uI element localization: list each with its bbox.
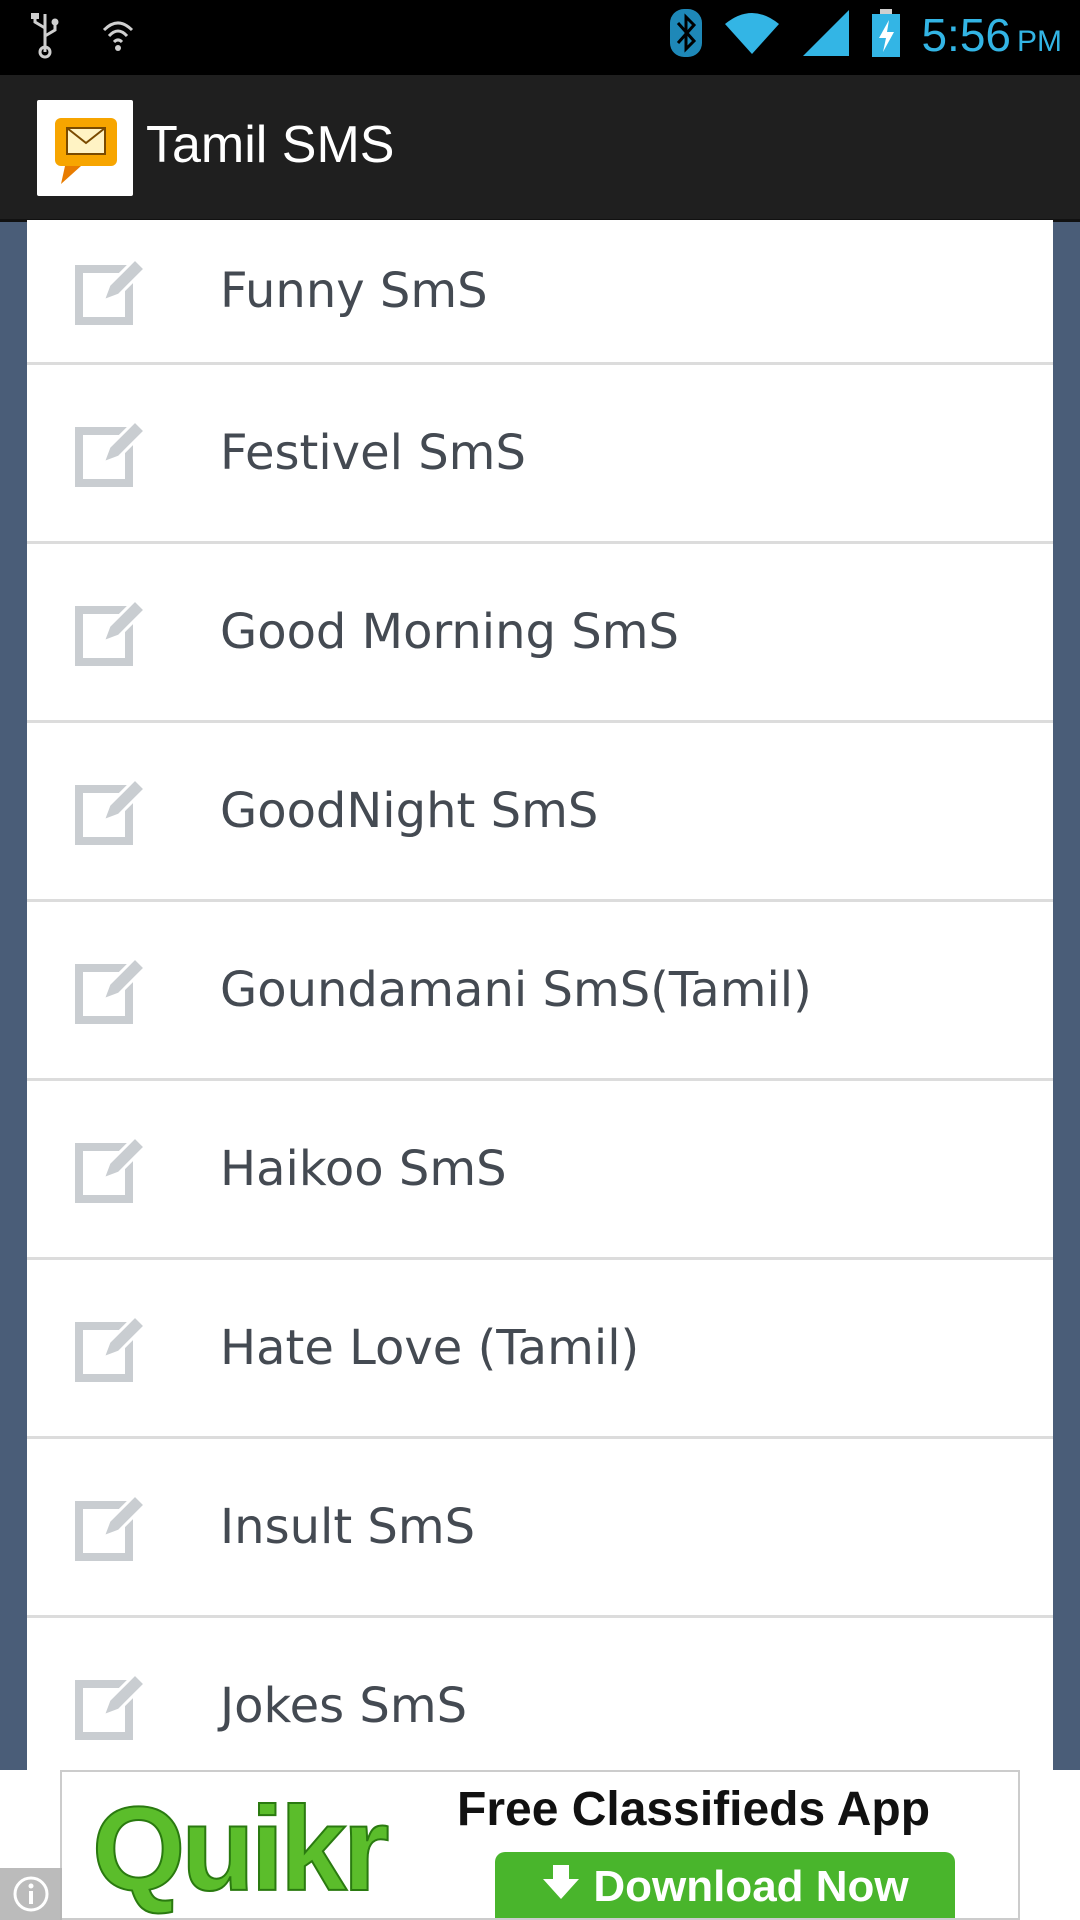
list-item[interactable]: Haikoo SmS <box>27 1081 1053 1260</box>
list-item-label: Good Morning SmS <box>220 604 679 660</box>
list-item-label: GoodNight SmS <box>220 783 599 839</box>
ad-brand-logo: Quikr <box>91 1781 390 1917</box>
list-item[interactable]: GoodNight SmS <box>27 723 1053 902</box>
ad-cta-label: Download Now <box>593 1862 909 1911</box>
usb-icon <box>30 12 60 66</box>
edit-icon <box>75 954 148 1026</box>
signal-icon <box>801 8 851 62</box>
status-time: 5:56 PM <box>921 9 1062 61</box>
download-arrow-icon <box>541 1862 581 1912</box>
edit-icon <box>75 417 148 489</box>
edit-icon <box>75 1670 148 1742</box>
ad-download-button[interactable]: Download Now <box>495 1852 955 1918</box>
edit-icon <box>75 1312 148 1384</box>
action-bar: Tamil SMS <box>0 75 1080 222</box>
wifi-icon <box>723 10 781 60</box>
list-item-label: Funny SmS <box>220 263 488 319</box>
list-item[interactable]: Good Morning SmS <box>27 544 1053 723</box>
list-item-label: Hate Love (Tamil) <box>220 1320 640 1376</box>
list-item[interactable]: Funny SmS <box>27 220 1053 365</box>
list-item-label: Jokes SmS <box>220 1678 468 1734</box>
list-item-label: Haikoo SmS <box>220 1141 507 1197</box>
list-item-label: Insult SmS <box>220 1499 476 1555</box>
app-title: Tamil SMS <box>146 116 395 174</box>
list-item[interactable]: Goundamani SmS(Tamil) <box>27 902 1053 1081</box>
edit-icon <box>75 1133 148 1205</box>
wifi-hotspot-icon <box>100 12 136 66</box>
edit-icon <box>75 1491 148 1563</box>
bluetooth-icon <box>669 8 703 62</box>
list-item[interactable]: Hate Love (Tamil) <box>27 1260 1053 1439</box>
list-item[interactable]: Festivel SmS <box>27 365 1053 544</box>
battery-charging-icon <box>871 8 901 62</box>
status-bar: 5:56 PM <box>0 0 1080 75</box>
ad-area: Quikr Free Classifieds App Download Now <box>0 1770 1080 1920</box>
edit-icon <box>75 775 148 847</box>
list-item[interactable]: Jokes SmS <box>27 1618 1053 1770</box>
category-list: Funny SmS Festivel SmS Good Morning SmS … <box>27 220 1053 1770</box>
list-item-label: Goundamani SmS(Tamil) <box>220 962 812 1018</box>
list-item[interactable]: Insult SmS <box>27 1439 1053 1618</box>
app-message-icon[interactable] <box>37 100 133 196</box>
list-item-label: Festivel SmS <box>220 425 526 481</box>
ad-banner[interactable]: Quikr Free Classifieds App Download Now <box>60 1770 1020 1920</box>
edit-icon <box>75 596 148 668</box>
edit-icon <box>75 255 148 327</box>
info-icon[interactable] <box>0 1868 62 1920</box>
ad-headline: Free Classifieds App <box>457 1783 931 1836</box>
